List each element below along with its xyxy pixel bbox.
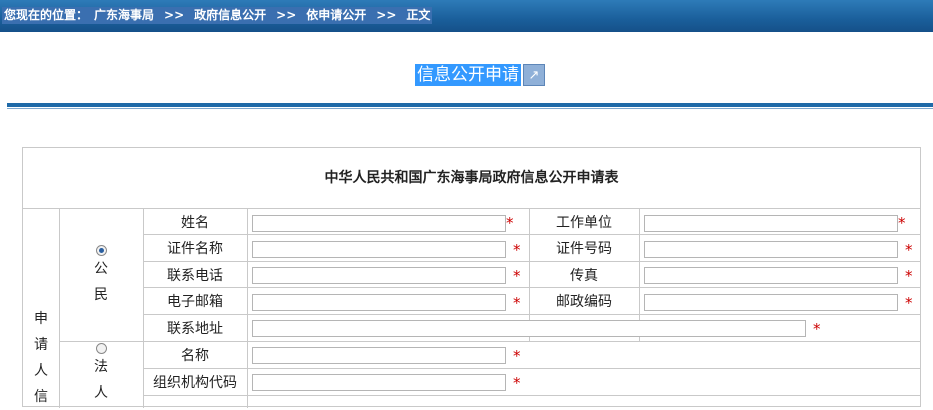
- breadcrumb-prefix: 您现在的位置：: [4, 8, 89, 22]
- external-link-icon[interactable]: ↗: [523, 64, 545, 86]
- grid-line: [247, 208, 248, 408]
- legal-name-label: 名称: [181, 348, 209, 364]
- grid-line: [143, 314, 920, 315]
- phone-label: 联系电话: [167, 268, 223, 284]
- grid-line: [143, 395, 920, 396]
- grid-line: [59, 208, 60, 408]
- id-type-input[interactable]: [252, 241, 506, 258]
- breadcrumb-item-home[interactable]: 广东海事局: [94, 7, 154, 24]
- id-number-input[interactable]: [644, 241, 898, 258]
- grid-line: [143, 287, 920, 288]
- page-title: 信息公开申请: [415, 64, 521, 86]
- address-label: 联系地址: [167, 321, 223, 337]
- breadcrumb-item-current: 正文: [406, 8, 431, 22]
- required-mark: *: [513, 267, 521, 285]
- required-mark: *: [905, 267, 913, 285]
- fax-label: 传真: [570, 268, 598, 284]
- breadcrumb-item-gov-info[interactable]: 政府信息公开: [194, 7, 266, 24]
- work-unit-label: 工作单位: [556, 215, 612, 231]
- name-input[interactable]: [252, 215, 506, 232]
- phone-input[interactable]: [252, 267, 506, 284]
- required-mark: *: [513, 347, 521, 365]
- breadcrumb: 您现在的位置： 广东海事局 >> 政府信息公开 >> 依申请公开 >> 正文: [2, 7, 433, 24]
- application-form: 中华人民共和国广东海事局政府信息公开申请表 申请人信 公民 法人 姓名 证件名称…: [22, 147, 921, 408]
- top-navigation-bar: 您现在的位置： 广东海事局 >> 政府信息公开 >> 依申请公开 >> 正文: [0, 0, 933, 32]
- name-label: 姓名: [181, 215, 209, 231]
- email-label: 电子邮箱: [167, 294, 223, 310]
- id-type-label: 证件名称: [167, 241, 223, 257]
- required-mark: *: [513, 374, 521, 392]
- citizen-label: 公民: [94, 261, 108, 303]
- form-title: 中华人民共和国广东海事局政府信息公开申请表: [23, 148, 920, 209]
- breadcrumb-separator: >>: [164, 8, 185, 22]
- required-mark: *: [813, 320, 821, 338]
- address-input[interactable]: [252, 320, 806, 337]
- legal-person-label: 法人: [94, 359, 108, 401]
- page-title-area: 信息公开申请 ↗: [415, 64, 545, 86]
- citizen-radio[interactable]: [96, 245, 107, 256]
- breadcrumb-item-apply[interactable]: 依申请公开: [306, 7, 366, 24]
- title-divider-thin: [7, 108, 933, 109]
- legal-name-input[interactable]: [252, 347, 506, 364]
- required-mark: *: [506, 214, 514, 232]
- work-unit-input[interactable]: [644, 215, 898, 232]
- org-code-input[interactable]: [252, 374, 506, 391]
- postcode-input[interactable]: [644, 294, 898, 311]
- grid-line: [143, 368, 920, 369]
- postcode-label: 邮政编码: [556, 294, 612, 310]
- applicant-section-label: 申请人信: [34, 311, 48, 405]
- fax-input[interactable]: [644, 267, 898, 284]
- breadcrumb-separator: >>: [276, 8, 297, 22]
- grid-line: [143, 261, 920, 262]
- required-mark: *: [898, 214, 906, 232]
- title-divider: [7, 103, 933, 107]
- email-input[interactable]: [252, 294, 506, 311]
- org-code-label: 组织机构代码: [153, 375, 237, 391]
- grid-line: [143, 234, 920, 235]
- required-mark: *: [905, 294, 913, 312]
- breadcrumb-separator: >>: [376, 8, 397, 22]
- grid-line: [59, 341, 920, 342]
- required-mark: *: [513, 294, 521, 312]
- legal-person-radio[interactable]: [96, 343, 107, 354]
- required-mark: *: [905, 241, 913, 259]
- required-mark: *: [513, 241, 521, 259]
- id-number-label: 证件号码: [556, 241, 612, 257]
